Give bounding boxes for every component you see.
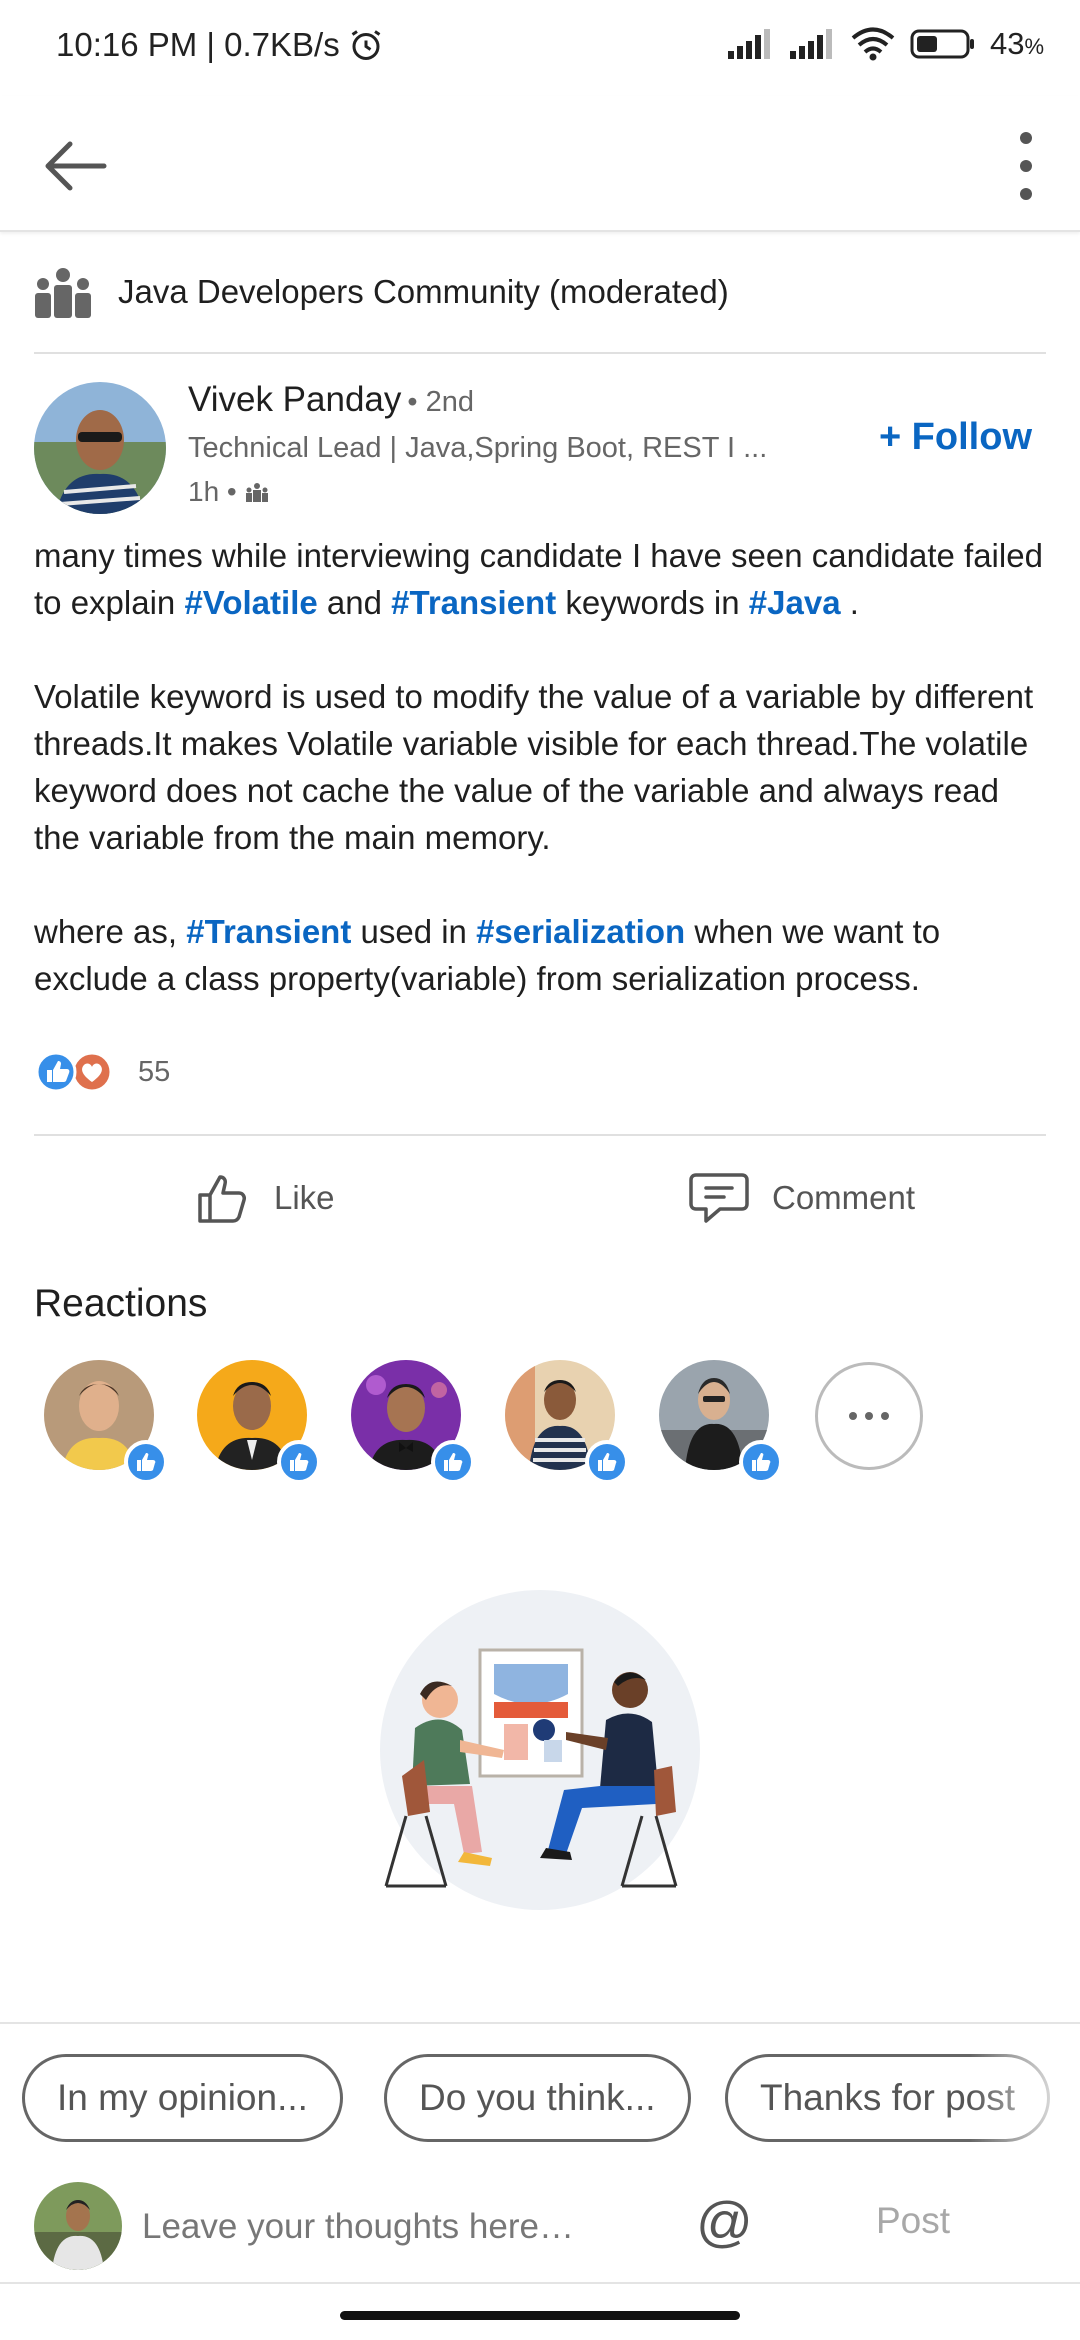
like-icon [431,1440,475,1484]
reactor-avatar[interactable] [505,1360,629,1484]
author-headline: Technical Lead | Java,Spring Boot, REST … [188,432,768,464]
reactions-summary[interactable]: 55 [34,1048,170,1096]
reactor-avatar[interactable] [197,1360,321,1484]
like-label: Like [274,1179,335,1216]
post-button[interactable]: Post [876,2200,950,2242]
home-indicator[interactable] [340,2311,740,2320]
reactions-heading: Reactions [34,1282,208,1325]
more-reactions-button[interactable] [815,1362,923,1470]
group-visibility-icon [245,483,268,502]
arrow-left-icon [45,141,107,191]
more-horizontal-icon [849,1412,857,1420]
action-bar: Like Comment [34,1134,1046,1264]
status-time-speed: 10:16 PM | 0.7KB/s [56,26,340,63]
like-reaction-icon [35,1051,113,1093]
like-icon [124,1440,168,1484]
top-app-bar [0,96,1080,232]
post-paragraph: where as, #Transient used in #serializat… [34,913,941,997]
comment-label: Comment [772,1179,916,1216]
connection-degree: • 2nd [407,386,474,418]
suggestion-bar: In my opinion... Do you think... Thanks … [0,2022,1080,2152]
more-vertical-icon [1020,132,1032,200]
thumbs-up-icon [198,1175,246,1223]
back-button[interactable] [40,126,120,206]
hashtag-link[interactable]: #serialization [476,913,685,950]
group-name: Java Developers Community (moderated) [118,273,729,310]
user-avatar [34,2182,122,2270]
battery-percentage: 43% [989,26,1044,61]
status-bar: 10:16 PM | 0.7KB/s 43% [0,0,1080,96]
post-paragraph: many times while interviewing candidate … [34,537,1043,621]
more-options-button[interactable] [996,126,1056,206]
follow-button[interactable]: + Follow [879,416,1032,459]
signal-icon-2 [789,29,832,59]
like-icon [585,1440,629,1484]
comment-icon [689,1173,749,1223]
suggestion-chip[interactable]: In my opinion... [22,2054,343,2142]
group-link[interactable]: Java Developers Community (moderated) [34,232,1046,354]
alarm-icon [351,30,381,60]
conversation-illustration [360,1590,720,1950]
signal-icon [727,29,770,59]
post-paragraph: Volatile keyword is used to modify the v… [34,678,1034,856]
hashtag-link[interactable]: #Volatile [184,584,317,621]
author-avatar[interactable] [34,382,166,514]
hashtag-link[interactable]: #Java [749,584,841,621]
reaction-count: 55 [138,1055,171,1088]
comment-input[interactable] [142,2192,662,2262]
reactor-avatar[interactable] [351,1360,475,1484]
battery-icon [910,29,974,59]
wifi-icon [851,27,895,61]
comment-composer: @ Post [0,2172,1080,2284]
post-time: 1h • [188,476,237,507]
group-icon [35,268,91,318]
chip-fade-overlay [970,2024,1080,2152]
mention-button[interactable]: @ [696,2192,753,2252]
reactor-avatar[interactable] [44,1360,168,1484]
post-text: many times while interviewing candidate … [34,532,1046,1049]
hashtag-link[interactable]: #Transient [186,913,351,950]
like-button[interactable]: Like [194,1158,335,1238]
like-icon [277,1440,321,1484]
post-author: Vivek Panday • 2nd Technical Lead | Java,… [34,380,1046,520]
like-icon [739,1440,783,1484]
hashtag-link[interactable]: #Transient [391,584,556,621]
reactor-avatar[interactable] [659,1360,783,1484]
suggestion-chip[interactable]: Do you think... [384,2054,691,2142]
author-name[interactable]: Vivek Panday [188,380,401,419]
comment-button[interactable]: Comment [688,1158,915,1238]
